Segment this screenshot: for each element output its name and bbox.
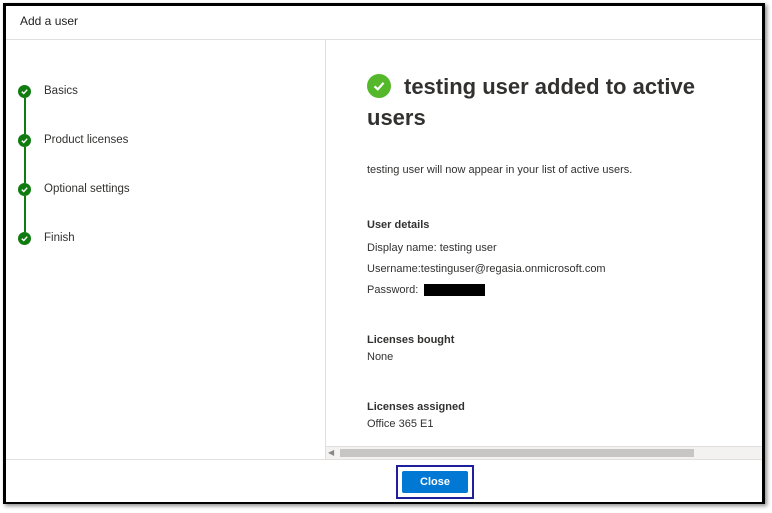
check-circle-icon: [18, 232, 31, 245]
display-name-text: Display name: testing user: [367, 242, 497, 254]
wizard-steps: Basics Product licenses Optional setting…: [18, 82, 130, 278]
dialog-title: Add a user: [20, 14, 79, 28]
user-details-heading: User details: [367, 219, 430, 231]
step-optional-settings[interactable]: Optional settings: [18, 180, 130, 232]
licenses-bought-heading: Licenses bought: [367, 334, 455, 346]
username-text: Username:testinguser@regasia.onmicrosoft…: [367, 263, 606, 275]
password-label: Password:: [367, 284, 419, 296]
close-button-focus-outline: Close: [396, 465, 474, 499]
step-label: Product licenses: [44, 134, 129, 146]
dialog-titlebar: Add a user: [6, 6, 762, 40]
success-description: testing user will now appear in your lis…: [367, 164, 633, 176]
scrollbar-thumb[interactable]: [340, 449, 694, 457]
password-redaction: [424, 284, 486, 297]
step-finish[interactable]: Finish: [18, 229, 130, 278]
step-connector: [24, 196, 26, 232]
step-label: Optional settings: [44, 183, 130, 195]
check-circle-icon: [18, 134, 31, 147]
check-circle-icon: [18, 85, 31, 98]
page-title: testing user added to active users: [367, 74, 695, 130]
close-button[interactable]: Close: [402, 471, 468, 493]
step-label: Finish: [44, 232, 75, 244]
dialog-footer: Close: [6, 459, 762, 502]
step-label: Basics: [44, 85, 78, 97]
horizontal-scrollbar[interactable]: ◀: [326, 446, 762, 459]
scroll-left-icon[interactable]: ◀: [328, 448, 334, 457]
step-product-licenses[interactable]: Product licenses: [18, 131, 130, 183]
check-circle-icon: [18, 183, 31, 196]
wizard-steps-pane: Basics Product licenses Optional setting…: [6, 40, 326, 459]
step-connector: [24, 98, 26, 134]
licenses-assigned-heading: Licenses assigned: [367, 401, 465, 413]
result-pane: testing user added to active users testi…: [326, 40, 762, 459]
licenses-bought-value: None: [367, 351, 394, 363]
password-row: Password:: [367, 284, 486, 297]
licenses-assigned-value: Office 365 E1: [367, 418, 434, 430]
add-user-dialog: Add a user Basics Product licenses Optio…: [3, 3, 765, 504]
step-basics[interactable]: Basics: [18, 82, 130, 134]
success-headline: testing user added to active users: [367, 73, 747, 135]
step-connector: [24, 147, 26, 183]
